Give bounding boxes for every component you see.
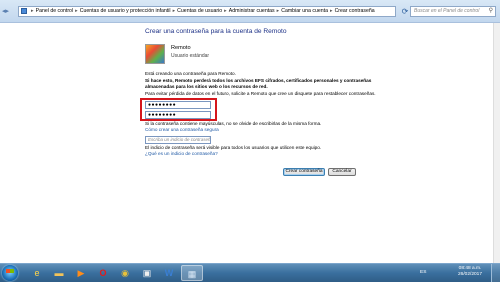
clock[interactable]: 08:48 a.m. 26/02/2017	[458, 266, 482, 278]
breadcrumb-item[interactable]: Crear contraseña	[335, 8, 375, 14]
opera-icon[interactable]: O	[92, 265, 114, 281]
control-panel-icon	[21, 8, 27, 14]
clock-date: 26/02/2017	[457, 272, 482, 277]
content-pane	[0, 23, 500, 263]
highlight-box	[140, 98, 217, 121]
start-button[interactable]	[2, 265, 18, 281]
show-desktop-button[interactable]	[491, 264, 500, 282]
breadcrumb-item[interactable]: Panel de control	[36, 8, 74, 14]
intro-text: Está creando una contraseña para Remoto.	[145, 71, 236, 76]
language-indicator[interactable]: ES	[420, 270, 426, 275]
page-title: Crear una contraseña para la cuenta de R…	[145, 28, 287, 35]
create-password-button[interactable]: Crear contraseña	[283, 168, 325, 176]
nav-arrows-icon[interactable]: ◂▸	[2, 7, 9, 15]
paint-icon[interactable]: ▣	[136, 265, 158, 281]
breadcrumb-item[interactable]: Cuentas de usuario y protección infantil	[80, 8, 171, 14]
advice-text: Para evitar pérdida de datos en el futur…	[145, 91, 376, 96]
control-panel-icon[interactable]: ▦	[181, 265, 203, 281]
user-name: Remoto	[171, 45, 191, 51]
taskbar: e ▬ ▶ O ◉ ▣ W ▦ ES 08:48 a.m. 26/02/2017	[0, 263, 500, 282]
user-avatar	[145, 44, 165, 64]
breadcrumb-item[interactable]: Cuentas de usuario	[177, 8, 222, 14]
breadcrumb-item[interactable]: Administrar cuentas	[229, 8, 275, 14]
user-type: Usuario estándar	[171, 53, 210, 59]
explorer-icon[interactable]: ▬	[48, 265, 70, 281]
cancel-button[interactable]: Cancelar	[328, 168, 356, 176]
hint-help-link[interactable]: ¿Qué es un indicio de contraseña?	[145, 151, 218, 157]
window-titlebar: ◂▸ ▸ Panel de control ▸ Cuentas de usuario …	[0, 0, 500, 23]
address-bar[interactable]: ▸ Panel de control ▸ Cuentas de usuario y p…	[18, 6, 396, 17]
word-icon[interactable]: W	[158, 265, 180, 281]
ie-icon[interactable]: e	[26, 265, 48, 281]
secure-password-link[interactable]: Cómo crear una contraseña segura	[145, 127, 219, 133]
media-player-icon[interactable]: ▶	[70, 265, 92, 281]
search-icon[interactable]: ⚲	[489, 7, 493, 16]
breadcrumb-item[interactable]: Cambiar una cuenta	[281, 8, 328, 14]
chrome-icon[interactable]: ◉	[114, 265, 136, 281]
refresh-icon[interactable]: ⟳	[400, 6, 410, 17]
scrollbar[interactable]	[493, 23, 500, 263]
search-input[interactable]: Buscar en el Panel de control ⚲	[410, 6, 496, 17]
password-hint-input[interactable]: Escriba un indicio de contraseña	[145, 136, 211, 144]
warning-text-line2: almacenadas para los sitios web o los re…	[145, 84, 268, 89]
search-placeholder: Buscar en el Panel de control	[414, 8, 480, 14]
